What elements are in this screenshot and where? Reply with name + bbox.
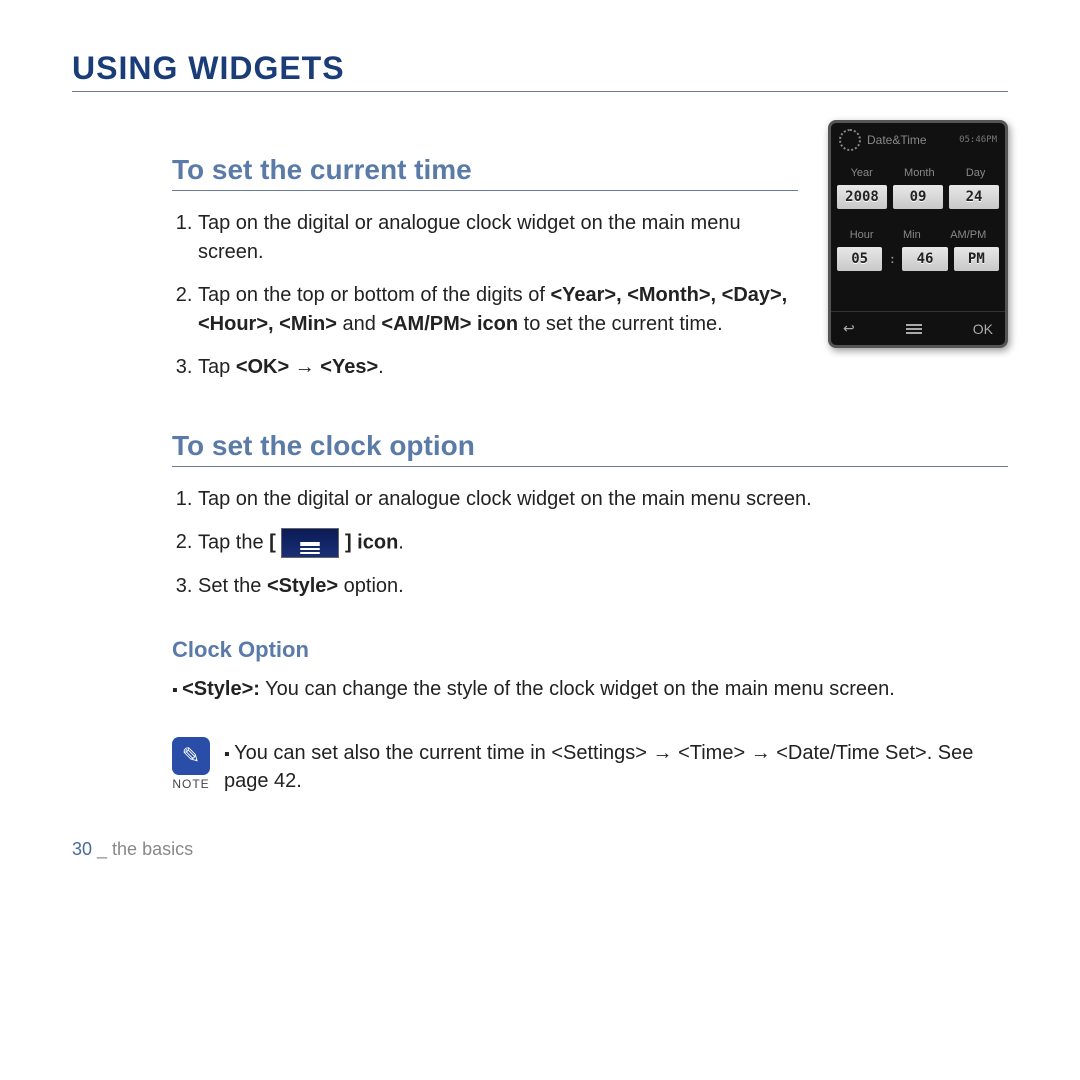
page-title: USING WIDGETS bbox=[72, 50, 1008, 92]
step: Tap on the digital or analogue clock wid… bbox=[198, 485, 1008, 514]
step: Tap on the top or bottom of the digits o… bbox=[198, 281, 798, 339]
section-heading-set-time: To set the current time bbox=[172, 154, 798, 191]
ampm-cell[interactable]: PM bbox=[954, 247, 999, 271]
year-cell[interactable]: 2008 bbox=[837, 185, 887, 209]
subheading-clock-option: Clock Option bbox=[172, 637, 1008, 663]
section-heading-clock-option: To set the clock option bbox=[172, 430, 1008, 467]
note-label: NOTE bbox=[172, 777, 210, 791]
bullet: <Style>: You can change the style of the… bbox=[172, 675, 1008, 703]
step: Tap <OK> → <Yes>. bbox=[198, 353, 798, 382]
menu-icon[interactable] bbox=[906, 324, 922, 334]
page-number: 30 bbox=[72, 839, 92, 859]
field-label: Month bbox=[904, 167, 935, 179]
section-name: the basics bbox=[112, 839, 193, 859]
step: Tap on the digital or analogue clock wid… bbox=[198, 209, 798, 267]
min-cell[interactable]: 46 bbox=[902, 247, 947, 271]
ok-button[interactable]: OK bbox=[973, 321, 993, 337]
note-text: You can set also the current time in <Se… bbox=[224, 739, 1008, 795]
field-label: Year bbox=[851, 167, 873, 179]
hour-cell[interactable]: 05 bbox=[837, 247, 882, 271]
step: Tap the [ ] icon. bbox=[198, 528, 1008, 558]
note-icon-block: ✎ NOTE bbox=[172, 737, 210, 791]
device-status: 05:46PM bbox=[959, 135, 997, 145]
field-label: Hour bbox=[850, 229, 874, 241]
pencil-icon: ✎ bbox=[172, 737, 210, 775]
page-footer: 30 _ the basics bbox=[72, 839, 1008, 860]
back-icon[interactable]: ↩ bbox=[843, 320, 855, 337]
field-label: Day bbox=[966, 167, 986, 179]
field-label: Min bbox=[903, 229, 921, 241]
field-label: AM/PM bbox=[950, 229, 986, 241]
menu-icon bbox=[281, 528, 339, 558]
month-cell[interactable]: 09 bbox=[893, 185, 943, 209]
day-cell[interactable]: 24 bbox=[949, 185, 999, 209]
step: Set the <Style> option. bbox=[198, 572, 1008, 601]
device-title: Date&Time bbox=[867, 133, 927, 147]
device-screenshot: Date&Time 05:46PM Year Month Day 2008 09… bbox=[828, 120, 1008, 348]
gear-icon bbox=[839, 129, 861, 151]
